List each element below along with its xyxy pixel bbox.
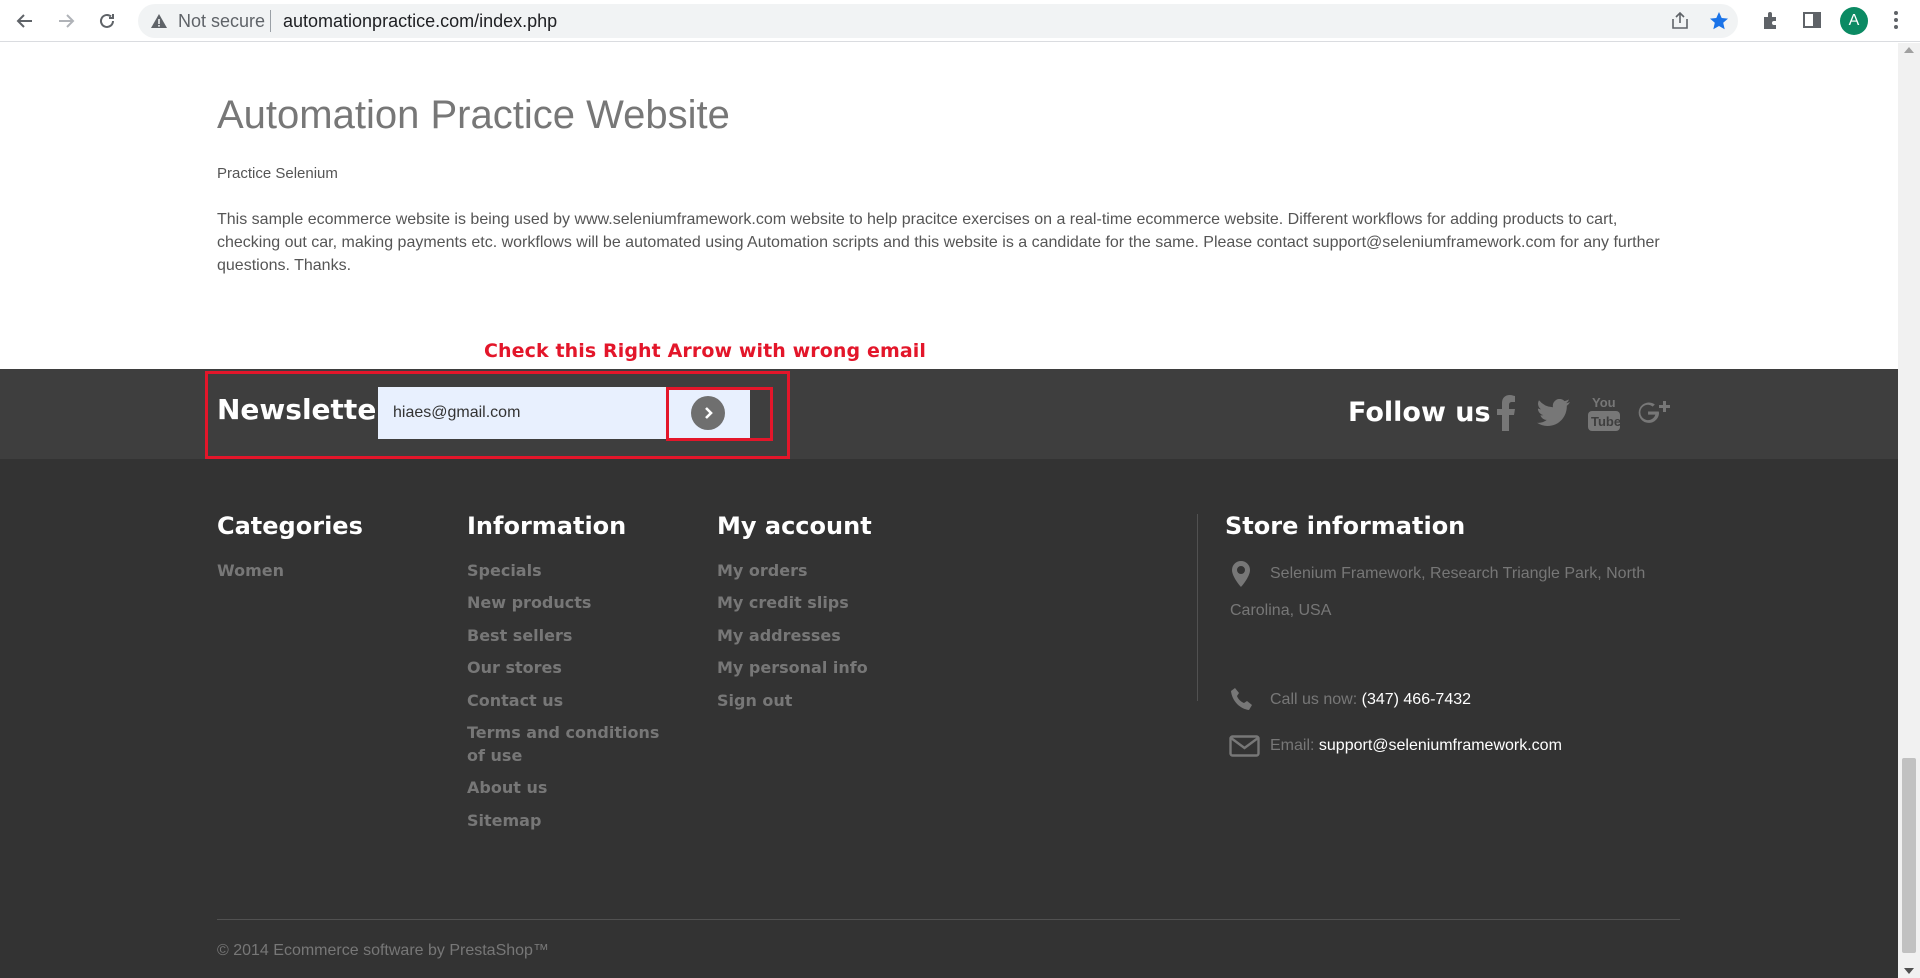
footer-link-best-sellers[interactable]: Best sellers bbox=[467, 624, 572, 647]
warning-icon[interactable] bbox=[150, 12, 168, 30]
copyright: © 2014 Ecommerce software by PrestaShop™ bbox=[217, 942, 549, 959]
arrow-right-icon bbox=[59, 14, 75, 28]
browser-toolbar: Not secure automationpractice.com/index.… bbox=[0, 0, 1920, 42]
footer-link-my-orders[interactable]: My orders bbox=[717, 559, 808, 582]
annotation-label: Check this Right Arrow with wrong email bbox=[484, 340, 926, 362]
more-menu-icon[interactable] bbox=[1885, 9, 1907, 31]
annotation-arrow-box bbox=[666, 387, 773, 441]
footer-link-contact-us[interactable]: Contact us bbox=[467, 689, 563, 712]
reload-button[interactable] bbox=[94, 8, 120, 34]
page-subtitle: Practice Selenium bbox=[217, 165, 338, 182]
page-title: Automation Practice Website bbox=[217, 93, 730, 137]
profile-avatar[interactable]: A bbox=[1840, 7, 1868, 35]
footer-link-personal-info[interactable]: My personal info bbox=[717, 656, 868, 679]
footer-divider bbox=[217, 919, 1680, 920]
arrow-left-icon bbox=[16, 14, 32, 28]
address-divider bbox=[270, 10, 271, 32]
footer-link-women[interactable]: Women bbox=[217, 559, 284, 582]
footer-link-terms[interactable]: Terms and conditions of use bbox=[467, 721, 667, 767]
categories-title: Categories bbox=[217, 512, 363, 540]
store-information-title: Store information bbox=[1225, 512, 1466, 540]
store-email: Email: support@seleniumframework.com bbox=[1270, 727, 1562, 764]
scroll-up-arrow-icon[interactable] bbox=[1904, 47, 1914, 53]
footer-link-sign-out[interactable]: Sign out bbox=[717, 689, 792, 712]
footer-link-about-us[interactable]: About us bbox=[467, 776, 547, 799]
share-icon[interactable] bbox=[1670, 11, 1690, 31]
bookmark-star-icon[interactable] bbox=[1708, 10, 1730, 32]
information-title: Information bbox=[467, 512, 627, 540]
footer: Categories Women Information Specials Ne… bbox=[0, 459, 1898, 978]
youtube-icon[interactable]: You Tube bbox=[1584, 393, 1624, 433]
reload-icon bbox=[100, 13, 114, 28]
extensions-icon[interactable] bbox=[1760, 9, 1782, 31]
footer-link-my-addresses[interactable]: My addresses bbox=[717, 624, 841, 647]
store-phone: Call us now: (347) 466-7432 bbox=[1270, 681, 1471, 718]
page-scrollbar[interactable] bbox=[1898, 43, 1920, 978]
store-address: Selenium Framework, Research Triangle Pa… bbox=[1230, 565, 1646, 619]
security-label[interactable]: Not secure bbox=[178, 12, 265, 30]
scroll-down-arrow-icon[interactable] bbox=[1904, 968, 1914, 974]
address-bar[interactable]: Not secure automationpractice.com/index.… bbox=[138, 4, 1738, 38]
email-value[interactable]: support@seleniumframework.com bbox=[1319, 737, 1562, 754]
back-button[interactable] bbox=[12, 8, 38, 34]
scroll-thumb[interactable] bbox=[1902, 758, 1916, 953]
footer-link-specials[interactable]: Specials bbox=[467, 559, 542, 582]
page-content: Automation Practice Website Practice Sel… bbox=[0, 43, 1898, 978]
footer-link-sitemap[interactable]: Sitemap bbox=[467, 809, 541, 832]
phone-value[interactable]: (347) 466-7432 bbox=[1362, 691, 1471, 708]
phone-icon bbox=[1231, 688, 1252, 710]
forward-button[interactable] bbox=[53, 8, 79, 34]
google-plus-icon[interactable] bbox=[1635, 393, 1675, 433]
side-panel-icon[interactable] bbox=[1801, 9, 1823, 31]
my-account-title: My account bbox=[717, 512, 872, 540]
email-label: Email: bbox=[1270, 737, 1315, 754]
url-text[interactable]: automationpractice.com/index.php bbox=[283, 12, 557, 30]
follow-us-title: Follow us bbox=[1348, 397, 1491, 428]
footer-link-credit-slips[interactable]: My credit slips bbox=[717, 591, 849, 614]
envelope-icon bbox=[1229, 735, 1260, 757]
newsletter-section: Newsletter Follow us You Tube bbox=[0, 369, 1898, 459]
page-description: This sample ecommerce website is being u… bbox=[217, 211, 1660, 274]
footer-link-new-products[interactable]: New products bbox=[467, 591, 591, 614]
facebook-icon[interactable] bbox=[1486, 393, 1526, 433]
phone-label: Call us now: bbox=[1270, 691, 1358, 708]
twitter-icon[interactable] bbox=[1534, 393, 1574, 433]
footer-link-our-stores[interactable]: Our stores bbox=[467, 656, 562, 679]
svg-text:You: You bbox=[1592, 395, 1616, 410]
svg-text:Tube: Tube bbox=[1591, 414, 1620, 429]
store-divider bbox=[1197, 514, 1198, 701]
